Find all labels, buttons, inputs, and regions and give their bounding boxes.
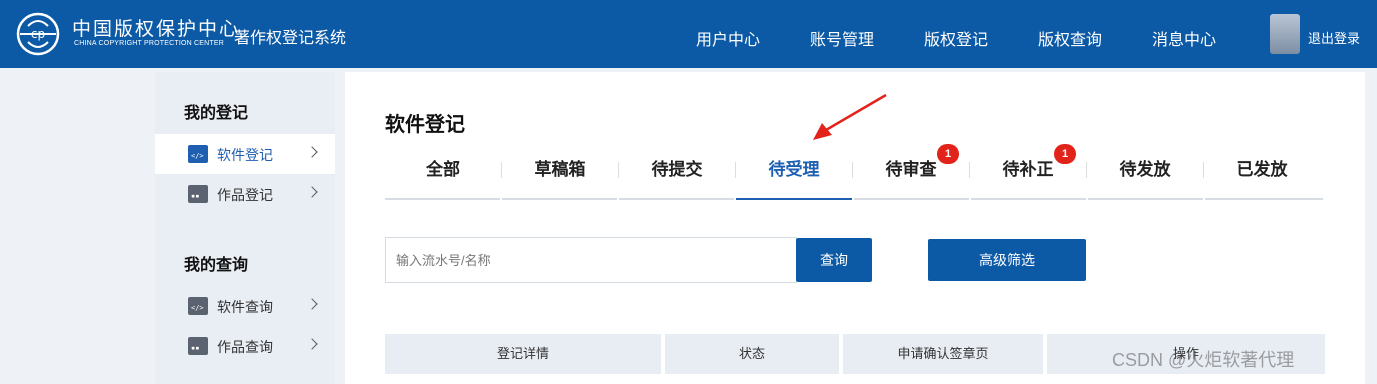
sidebar-item-label: 软件登记 xyxy=(217,147,273,163)
tab-divider xyxy=(1203,162,1204,178)
tab-label: 待发放 xyxy=(1119,160,1171,179)
sidebar: 我的登记 </> 软件登记 ▪▪ 作品登记 我的查询 </> 软件查询 ▪▪ 作… xyxy=(155,72,335,384)
tab-label: 待补正 xyxy=(1002,160,1054,179)
main-panel: 软件登记 全部 草稿箱 待提交 待受理 待审查1 待补正1 待发放 已发放 查询… xyxy=(345,72,1365,384)
chevron-right-icon xyxy=(306,146,318,158)
search-button[interactable]: 查询 xyxy=(796,238,872,282)
tab-issued[interactable]: 已发放 xyxy=(1204,150,1320,200)
table-header-registration-details: 登记详情 xyxy=(385,334,661,374)
watermark: CSDN @火炬软著代理 xyxy=(1112,350,1295,370)
tab-divider xyxy=(618,162,619,178)
code-icon: </> xyxy=(188,297,208,315)
tab-divider xyxy=(501,162,502,178)
search-input[interactable] xyxy=(386,238,797,282)
chevron-right-icon xyxy=(306,338,318,350)
tab-divider xyxy=(969,162,970,178)
ccpc-logo-icon: cp xyxy=(16,12,60,56)
page-title: 软件登记 xyxy=(385,114,465,136)
tab-underline xyxy=(619,198,734,200)
tab-label: 待受理 xyxy=(768,160,820,179)
tab-pending-acceptance[interactable]: 待受理 xyxy=(736,150,852,200)
system-name: 著作权登记系统 xyxy=(234,30,347,47)
tab-label: 草稿箱 xyxy=(534,160,586,179)
search-field xyxy=(385,237,797,283)
svg-text:cp: cp xyxy=(31,27,45,41)
tab-divider xyxy=(1086,162,1087,178)
work-icon: ▪▪ xyxy=(188,337,208,355)
tab-pending-issuance[interactable]: 待发放 xyxy=(1087,150,1203,200)
table-header-status: 状态 xyxy=(665,334,839,374)
tab-pending-submission[interactable]: 待提交 xyxy=(619,150,735,200)
tab-pending-review[interactable]: 待审查 1 xyxy=(853,144,969,200)
work-icon: ▪▪ xyxy=(188,185,208,203)
tab-underline xyxy=(385,198,500,200)
tab-underline-active xyxy=(736,198,852,200)
logout-link[interactable]: 退出登录 xyxy=(1308,28,1360,47)
nav-account-management[interactable]: 账号管理 xyxy=(810,26,874,50)
sidebar-item-label: 作品查询 xyxy=(217,339,273,355)
tab-label: 已发放 xyxy=(1236,160,1288,179)
tab-underline xyxy=(971,198,1086,200)
chevron-right-icon xyxy=(306,298,318,310)
code-icon: </> xyxy=(188,145,208,163)
sidebar-item-label: 作品登记 xyxy=(217,187,273,203)
sidebar-item-software-registration[interactable]: </> 软件登记 xyxy=(155,134,335,174)
avatar[interactable] xyxy=(1270,14,1300,54)
sidebar-section-my-registration: 我的登记 xyxy=(184,105,249,122)
count-badge: 1 xyxy=(1054,144,1076,164)
sidebar-item-label: 软件查询 xyxy=(217,299,273,315)
tab-label: 待提交 xyxy=(651,160,703,179)
sidebar-item-work-registration[interactable]: ▪▪ 作品登记 xyxy=(155,174,335,214)
tab-underline xyxy=(1088,198,1203,200)
status-tabs: 全部 草稿箱 待提交 待受理 待审查 1 待补正 1 待发放 已发放 xyxy=(385,144,1323,202)
tab-divider xyxy=(735,162,736,178)
sidebar-section-my-query: 我的查询 xyxy=(184,257,249,274)
org-name-cn: 中国版权保护中心 xyxy=(72,18,241,40)
nav-copyright-registration[interactable]: 版权登记 xyxy=(924,26,988,50)
tab-drafts[interactable]: 草稿箱 xyxy=(502,150,618,200)
nav-user-center[interactable]: 用户中心 xyxy=(696,26,760,50)
top-header: cp 中国版权保护中心 CHINA COPYRIGHT PROTECTION C… xyxy=(0,0,1377,68)
tab-underline xyxy=(502,198,617,200)
tab-pending-correction[interactable]: 待补正 1 xyxy=(970,144,1086,200)
sidebar-item-work-query[interactable]: ▪▪ 作品查询 xyxy=(155,326,335,366)
nav-message-center[interactable]: 消息中心 xyxy=(1152,26,1216,50)
tab-underline xyxy=(854,198,969,200)
table-header-signature-page: 申请确认签章页 xyxy=(843,334,1043,374)
count-badge: 1 xyxy=(937,144,959,164)
tab-all[interactable]: 全部 xyxy=(385,150,501,200)
nav-copyright-query[interactable]: 版权查询 xyxy=(1038,26,1102,50)
tab-divider xyxy=(852,162,853,178)
tab-label: 全部 xyxy=(426,160,460,179)
tab-underline xyxy=(1205,198,1323,200)
org-name-en: CHINA COPYRIGHT PROTECTION CENTER xyxy=(74,40,224,47)
tab-label: 待审查 xyxy=(885,160,937,179)
advanced-filter-button[interactable]: 高级筛选 xyxy=(928,239,1086,281)
sidebar-item-software-query[interactable]: </> 软件查询 xyxy=(155,286,335,326)
chevron-right-icon xyxy=(306,186,318,198)
